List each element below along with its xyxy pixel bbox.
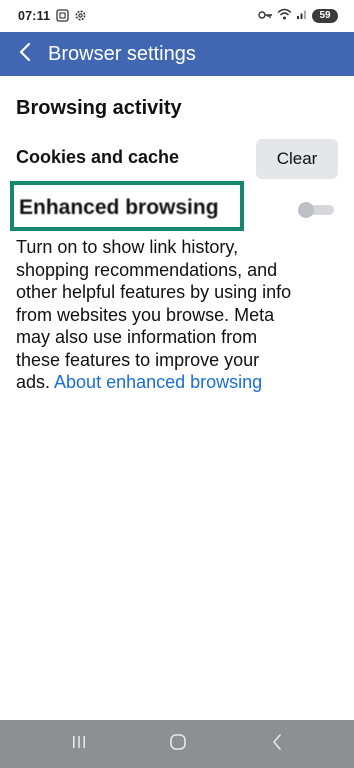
wifi-icon: [277, 8, 292, 23]
system-navigation-bar: [0, 720, 354, 768]
description-line-prefix: ads.: [16, 372, 55, 392]
description-line: these features to improve your: [16, 349, 260, 370]
enhanced-browsing-description: Turn on to show link history, shopping r…: [16, 236, 338, 394]
description-line: may also use information from: [16, 327, 258, 347]
recents-icon: [71, 735, 87, 754]
status-bar: 07:11 59: [0, 0, 354, 32]
about-enhanced-browsing-link[interactable]: About enhanced browsing: [54, 372, 262, 392]
section-title-browsing-activity: Browsing activity: [16, 97, 182, 119]
nav-back-button[interactable]: [257, 732, 297, 756]
back-button[interactable]: [10, 38, 40, 70]
signal-icon: [296, 8, 308, 23]
home-icon: [169, 733, 187, 756]
enhanced-browsing-toggle[interactable]: [298, 202, 334, 218]
screenshot-icon: [56, 9, 69, 25]
chevron-left-icon: [18, 42, 32, 67]
description-line: Turn on to show link history,: [16, 237, 239, 257]
settings-gear-icon: [74, 9, 87, 25]
clear-button[interactable]: Clear: [256, 139, 338, 179]
enhanced-browsing-label: Enhanced browsing: [19, 196, 219, 219]
status-left-icons: [56, 9, 87, 25]
status-right-icons: 59: [258, 8, 338, 23]
page-title: Browser settings: [48, 43, 196, 65]
description-line: shopping recommendations, and: [16, 259, 278, 280]
battery-icon: 59: [312, 8, 338, 23]
key-icon: [258, 8, 273, 23]
recents-button[interactable]: [59, 732, 99, 756]
back-icon: [271, 733, 283, 756]
description-line-last: ads. About enhanced browsing: [16, 371, 338, 394]
toggle-knob: [298, 202, 314, 218]
home-button[interactable]: [158, 732, 198, 756]
description-line: from websites you browse. Meta: [16, 304, 275, 325]
screen: 07:11 59 Browser settings Browsing activ…: [0, 0, 354, 768]
app-bar: Browser settings: [0, 32, 354, 76]
description-line: other helpful features by using info: [16, 282, 292, 302]
status-time: 07:11: [18, 9, 51, 23]
cookies-and-cache-label: Cookies and cache: [16, 147, 180, 167]
